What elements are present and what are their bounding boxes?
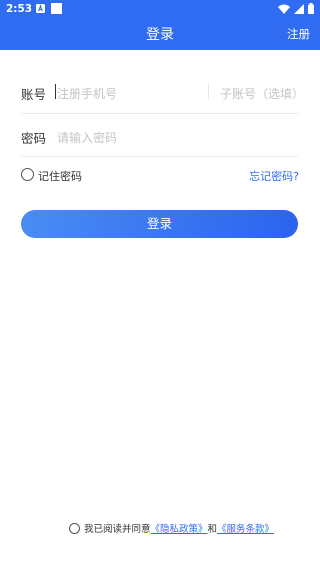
password-input[interactable]: 请输入密码: [57, 129, 117, 146]
page-title: 登录: [146, 27, 174, 43]
privacy-policy-link[interactable]: 《隐私政策》: [151, 521, 208, 535]
agreement-row: 我已阅读并同意 《隐私政策》 和 《服务条款》: [69, 521, 274, 535]
status-bar: 2:53: [0, 0, 320, 18]
battery-icon: [308, 3, 314, 14]
agreement-prefix: 我已阅读并同意: [84, 524, 151, 535]
field-divider: [208, 84, 209, 99]
forgot-password-link[interactable]: 忘记密码?: [249, 168, 299, 184]
account-input[interactable]: 注册手机号: [57, 85, 117, 102]
notification-icon: [36, 4, 45, 13]
login-button[interactable]: 登录: [21, 210, 298, 238]
account-underline: [21, 113, 298, 114]
password-label: 密码: [21, 131, 47, 146]
app-notification-icon: [51, 3, 62, 14]
subaccount-input[interactable]: 子账号（选填）: [220, 85, 304, 102]
agreement-radio[interactable]: [69, 522, 80, 534]
remember-password-radio[interactable]: [21, 168, 34, 181]
wifi-icon: [278, 4, 290, 14]
terms-of-service-link[interactable]: 《服务条款》: [217, 521, 274, 535]
register-button[interactable]: 注册: [287, 26, 310, 42]
text-cursor: [55, 84, 56, 99]
password-underline: [21, 156, 298, 157]
account-label: 账号: [21, 87, 47, 102]
agreement-and: 和: [207, 524, 218, 535]
signal-icon: [294, 3, 304, 14]
remember-password-label[interactable]: 记住密码: [38, 168, 82, 184]
header-bar: 2:53 登录 注册: [0, 0, 320, 50]
status-time: 2:53: [6, 3, 33, 15]
